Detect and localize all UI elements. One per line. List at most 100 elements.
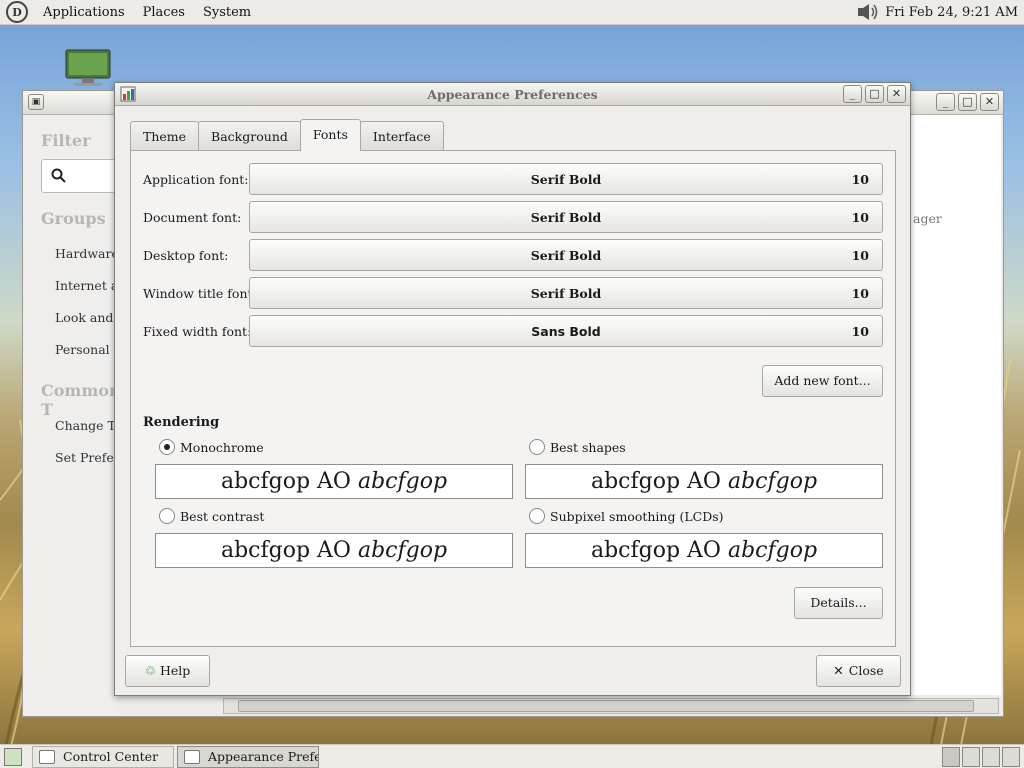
radio-indicator [159, 439, 175, 455]
sample-best-contrast[interactable]: abcfgop AO abcfgop [155, 533, 513, 568]
maximize-icon[interactable]: □ [865, 85, 884, 103]
radio-best-contrast[interactable]: Best contrast [159, 508, 264, 524]
font-row-document: Document font: Serif Bold 10 [143, 201, 885, 233]
sample-text-italic: abcfgop [727, 469, 818, 494]
font-row-fixed-width: Fixed width font: Sans Bold 10 [143, 315, 885, 347]
group-item-hardware[interactable]: Hardware [55, 246, 119, 261]
dialog-title: Appearance Preferences [427, 86, 598, 102]
workspace-1[interactable] [942, 746, 960, 767]
sample-text-italic: abcfgop [357, 538, 448, 563]
computer-desktop-icon[interactable] [64, 48, 112, 88]
help-icon: ♲ [144, 663, 156, 678]
tab-fonts[interactable]: Fonts [299, 119, 361, 151]
tab-background[interactable]: Background [198, 121, 301, 151]
details-button[interactable]: Details... [794, 587, 883, 619]
application-font-button[interactable]: Serif Bold 10 [249, 163, 883, 195]
window-title-font-button[interactable]: Serif Bold 10 [249, 277, 883, 309]
font-row-label: Window title font: [143, 286, 257, 301]
close-button[interactable]: ✕ Close [816, 655, 901, 687]
sample-best-shapes[interactable]: abcfgop AO abcfgop [525, 464, 883, 499]
tab-interface[interactable]: Interface [359, 121, 444, 151]
desktop-font-button[interactable]: Serif Bold 10 [249, 239, 883, 271]
minimize-icon[interactable]: _ [843, 85, 862, 103]
font-row-label: Application font: [143, 172, 249, 187]
radio-label: Monochrome [180, 439, 264, 455]
radio-label: Best contrast [180, 508, 265, 524]
partial-item-label: ager [913, 211, 942, 226]
sample-text: abcfgop AO [590, 469, 728, 494]
horizontal-scrollbar[interactable] [223, 698, 999, 714]
filter-heading: Filter [41, 131, 91, 150]
workspace-4[interactable] [1002, 746, 1020, 767]
control-center-task-icon [39, 749, 55, 764]
taskbar-appearance-preferences[interactable]: Appearance Prefe... [177, 745, 319, 768]
menu-places[interactable]: Places [134, 5, 194, 20]
show-desktop-icon[interactable] [4, 747, 22, 766]
radio-label: Subpixel smoothing (LCDs) [550, 508, 724, 524]
font-row-desktop: Desktop font: Serif Bold 10 [143, 239, 885, 271]
close-button-label: Close [848, 663, 884, 678]
font-row-label: Desktop font: [143, 248, 229, 263]
close-icon: ✕ [833, 663, 844, 678]
control-center-sidebar: Filter Groups Hardware Internet and Look… [23, 115, 134, 715]
sample-subpixel-smoothing[interactable]: abcfgop AO abcfgop [525, 533, 883, 568]
fonts-tab-panel: Application font: Serif Bold 10 Document… [130, 150, 896, 647]
help-button[interactable]: ♲ Help [125, 655, 210, 687]
font-row-application: Application font: Serif Bold 10 [143, 163, 885, 195]
font-size: 10 [851, 286, 869, 301]
minimize-icon[interactable]: _ [936, 93, 955, 111]
font-size: 10 [851, 248, 869, 263]
top-panel: D Applications Places System Fri Feb 24,… [0, 0, 1024, 25]
distro-logo-icon[interactable]: D [6, 1, 28, 23]
workspace-2[interactable] [962, 746, 980, 767]
radio-label: Best shapes [550, 439, 626, 455]
sample-text: abcfgop AO [220, 538, 358, 563]
control-center-app-icon: ▣ [28, 94, 44, 110]
workspace-switcher [942, 746, 1020, 767]
font-row-label: Fixed width font: [143, 324, 252, 339]
font-name: Serif Bold [530, 248, 602, 263]
fixed-width-font-button[interactable]: Sans Bold 10 [249, 315, 883, 347]
sample-text-italic: abcfgop [727, 538, 818, 563]
volume-icon[interactable] [855, 2, 881, 22]
scrollbar-thumb[interactable] [238, 700, 974, 712]
font-name: Serif Bold [530, 172, 602, 187]
sample-text-italic: abcfgop [357, 469, 448, 494]
close-icon[interactable]: ✕ [980, 93, 999, 111]
menu-system[interactable]: System [194, 5, 260, 20]
radio-subpixel-smoothing[interactable]: Subpixel smoothing (LCDs) [529, 508, 724, 524]
radio-best-shapes[interactable]: Best shapes [529, 439, 626, 455]
clock[interactable]: Fri Feb 24, 9:21 AM [885, 5, 1018, 20]
rendering-heading: Rendering [143, 415, 220, 430]
radio-indicator [529, 508, 545, 524]
panel-tray: Fri Feb 24, 9:21 AM [855, 2, 1024, 22]
appearance-preferences-dialog: Appearance Preferences _ □ ✕ Theme Backg… [114, 82, 911, 696]
radio-monochrome[interactable]: Monochrome [159, 439, 264, 455]
task-label: Control Center [63, 749, 159, 764]
group-item-personal[interactable]: Personal [55, 342, 110, 357]
add-new-font-button[interactable]: Add new font... [762, 365, 883, 397]
sample-monochrome[interactable]: abcfgop AO abcfgop [155, 464, 513, 499]
task-label: Appearance Prefe... [208, 749, 318, 764]
sample-text: abcfgop AO [590, 538, 728, 563]
workspace-3[interactable] [982, 746, 1000, 767]
dialog-titlebar[interactable]: Appearance Preferences _ □ ✕ [115, 83, 910, 106]
search-icon [51, 168, 66, 183]
menu-applications[interactable]: Applications [34, 5, 134, 20]
maximize-icon[interactable]: □ [958, 93, 977, 111]
font-name: Serif Bold [530, 286, 602, 301]
taskbar-control-center[interactable]: Control Center [32, 745, 174, 768]
tab-theme[interactable]: Theme [130, 121, 200, 151]
document-font-button[interactable]: Serif Bold 10 [249, 201, 883, 233]
font-row-window-title: Window title font: Serif Bold 10 [143, 277, 885, 309]
font-name: Sans Bold [531, 324, 601, 339]
radio-indicator [159, 508, 175, 524]
control-center-main: ager [911, 115, 1001, 695]
font-size: 10 [851, 324, 869, 339]
close-icon[interactable]: ✕ [887, 85, 906, 103]
filter-search-input[interactable] [41, 159, 121, 193]
common-tasks-heading: Common T [41, 381, 121, 419]
dialog-window-controls: _ □ ✕ [843, 85, 906, 103]
appearance-task-icon [184, 749, 200, 764]
sample-text: abcfgop AO [220, 469, 358, 494]
